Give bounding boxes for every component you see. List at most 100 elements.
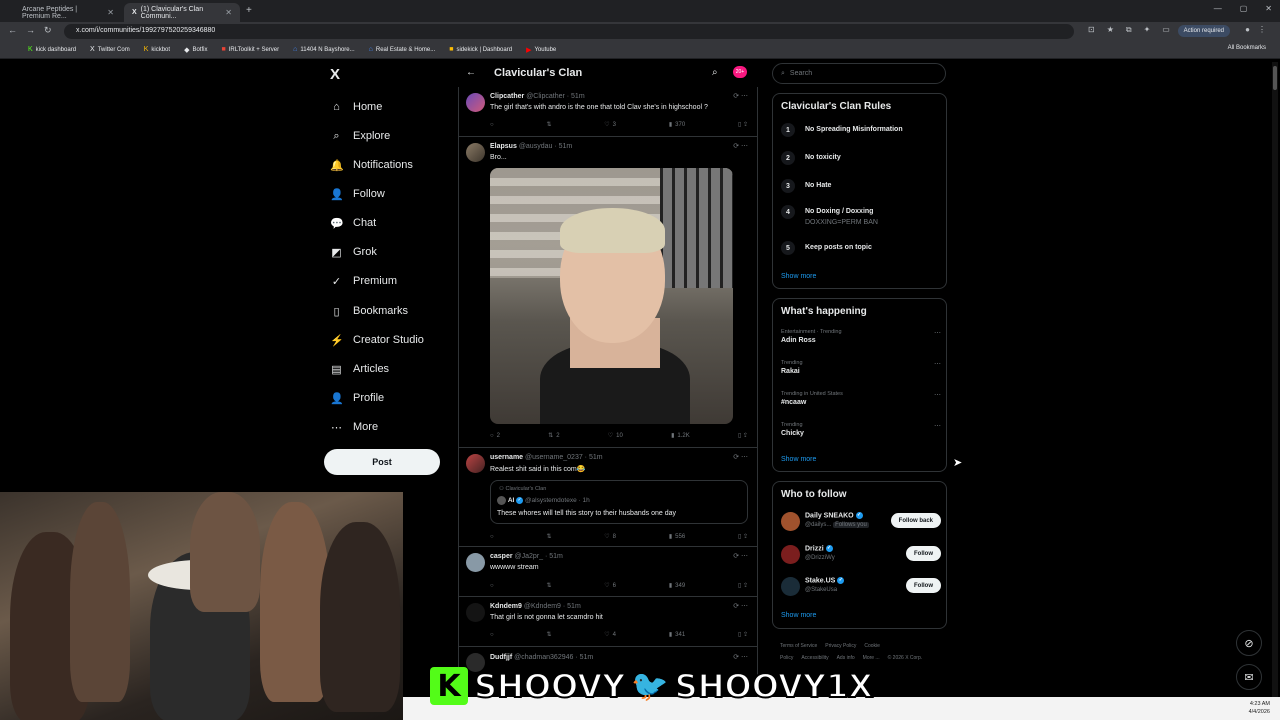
nav-item-profile[interactable]: 👤 Profile [330,388,384,408]
close-tab-icon[interactable]: ✕ [225,8,232,17]
bookmark-item[interactable]: ■ IRLToolkit + Server [221,46,279,53]
rule-item[interactable]: 2 No toxicity [781,151,841,165]
sidebar-icon[interactable]: ▭ [1162,25,1170,35]
avatar[interactable] [466,603,485,622]
avatar[interactable] [466,553,485,572]
avatar[interactable] [781,512,800,531]
puzzle-icon[interactable]: ✦ [1144,25,1151,35]
install-icon[interactable]: ⊡ [1088,25,1095,35]
new-tab-icon[interactable]: + [246,5,252,16]
minimize-icon[interactable]: — [1214,4,1222,13]
rules-show-more[interactable]: Show more [781,273,816,280]
bookmark-item[interactable]: ◆ Botfix [184,46,207,54]
author-name[interactable]: username [490,454,523,461]
profile-avatar[interactable]: ● [1245,25,1250,34]
bookmark-icon[interactable]: ▯ ⇪ [738,432,748,439]
avatar[interactable] [781,577,800,596]
post-image[interactable] [490,168,733,424]
avatar[interactable] [466,143,485,162]
views-icon[interactable]: ▮ 349 [669,582,685,590]
window-close-icon[interactable]: ✕ [1265,4,1272,13]
rule-item[interactable]: 5 Keep posts on topic [781,241,872,255]
footer-link[interactable]: Accessibility [801,655,828,661]
search-icon[interactable]: ⌕ [712,67,718,78]
more-icon[interactable]: ⟳ ⋯ [733,653,748,661]
trend-more-icon[interactable]: ⋯ [934,329,941,337]
follow-suggestion[interactable]: Stake.US ✓ @StakeUsa Follow [781,575,941,597]
trend-more-icon[interactable]: ⋯ [934,360,941,368]
follow-button[interactable]: Follow back [890,513,941,528]
reply-icon[interactable]: ○ [490,121,494,128]
follow-button[interactable]: Follow [906,578,941,593]
bookmark-icon[interactable]: ▯ ⇪ [738,533,748,540]
views-icon[interactable]: ▮ 556 [669,533,685,541]
tab-arcane[interactable]: Arcane Peptides | Premium Re... ✕ [14,3,122,22]
more-icon[interactable]: ⟳ ⋯ [733,92,748,100]
nav-item-more[interactable]: ⋯ More [330,417,378,437]
trend-item[interactable]: Trending Chicky ⋯ [781,422,941,437]
reply-icon[interactable]: ○ [490,533,494,540]
nav-item-bookmarks[interactable]: ▯ Bookmarks [330,301,408,321]
bookmark-item[interactable]: Kkick dashboard [28,46,76,53]
bookmark-item[interactable]: Kkickbot [144,46,170,53]
nav-item-notifications[interactable]: 🔔 Notifications [330,155,413,175]
avatar[interactable] [466,454,485,473]
footer-link[interactable]: © 2026 X Corp. [888,655,923,661]
post[interactable]: casper @Ja2pr_ · 51m ⟳ ⋯ wwwww stream ○ … [458,548,758,597]
close-tab-icon[interactable]: ✕ [107,8,114,17]
all-bookmarks[interactable]: All Bookmarks [1228,45,1266,51]
bookmark-item[interactable]: X Twitter Com [90,46,130,53]
nav-item-creator-studio[interactable]: ⚡ Creator Studio [330,330,424,350]
avatar[interactable] [466,93,485,112]
address-bar[interactable]: x.com/i/communities/1992797520259346880 [64,24,1074,39]
extension-icon[interactable]: ⧉ [1126,25,1132,35]
trends-show-more[interactable]: Show more [781,456,816,463]
like-icon[interactable]: ♡ 3 [604,121,616,129]
reply-icon[interactable]: ○ [490,582,494,589]
bookmark-item[interactable]: ■ sidekick | Dashboard [449,46,512,53]
scrollbar[interactable] [1272,62,1278,698]
search-input[interactable]: ⌕ Search [772,63,946,84]
follow-suggestion[interactable]: Daily SNEAKO ✓ @dailys... Follows you Foll… [781,510,941,532]
rule-item[interactable]: 1 No Spreading Misinformation [781,123,903,137]
views-icon[interactable]: ▮ 341 [669,631,685,639]
views-icon[interactable]: ▮ 1.2K [671,432,690,440]
post-button[interactable]: Post [324,449,440,475]
post[interactable]: Clipcather @Clipcather · 51m ⟳ ⋯ The gir… [458,88,758,137]
trend-item[interactable]: Entertainment · Trending Adin Ross ⋯ [781,329,941,344]
author-name[interactable]: Elapsus [490,143,517,150]
back-icon[interactable]: ← [8,25,17,35]
footer-link[interactable]: Terms of Service [780,643,817,649]
post[interactable]: username @username_0237 · 51m ⟳ ⋯ Reales… [458,449,758,547]
bookmark-item[interactable]: ⌂ Real Estate & Home... [369,46,436,53]
repost-icon[interactable]: ⇅ [546,533,551,540]
bookmark-item[interactable]: ▶ Youtube [526,46,556,54]
reply-icon[interactable]: ○ [490,631,494,638]
avatar[interactable] [781,545,800,564]
menu-icon[interactable]: ⋮ [1258,25,1266,34]
repost-icon[interactable]: ⇅ [546,631,551,638]
nav-item-home[interactable]: ⌂ Home [330,97,382,117]
like-icon[interactable]: ♡ 6 [604,582,616,590]
nav-item-grok[interactable]: ◩ Grok [330,242,377,262]
more-icon[interactable]: ⟳ ⋯ [733,602,748,610]
trend-more-icon[interactable]: ⋯ [934,422,941,430]
star-icon[interactable]: ★ [1107,25,1114,35]
repost-icon[interactable]: ⇅ [546,582,551,589]
follow-button[interactable]: Follow [906,546,941,561]
reload-icon[interactable]: ↻ [44,25,52,36]
trend-more-icon[interactable]: ⋯ [934,391,941,399]
repost-icon[interactable]: ⇅ 2 [548,432,559,440]
nav-item-premium[interactable]: ✓ Premium [330,271,397,291]
more-icon[interactable]: ⟳ ⋯ [733,552,748,560]
post[interactable]: Kdndem9 @Kdndem9 · 51m ⟳ ⋯ That girl is … [458,598,758,647]
footer-link[interactable]: Ads info [837,655,855,661]
nav-item-follow[interactable]: 👤 Follow [330,184,385,204]
bookmark-icon[interactable]: ▯ ⇪ [738,121,748,128]
footer-link[interactable]: Privacy Policy [825,643,856,649]
author-name[interactable]: Clipcather [490,93,524,100]
more-icon[interactable]: ⟳ ⋯ [733,142,748,150]
action-required-button[interactable]: Action required [1177,25,1230,37]
nav-item-explore[interactable]: ⌕ Explore [330,126,390,146]
grok-fab-icon[interactable]: ⊘ [1236,630,1262,656]
